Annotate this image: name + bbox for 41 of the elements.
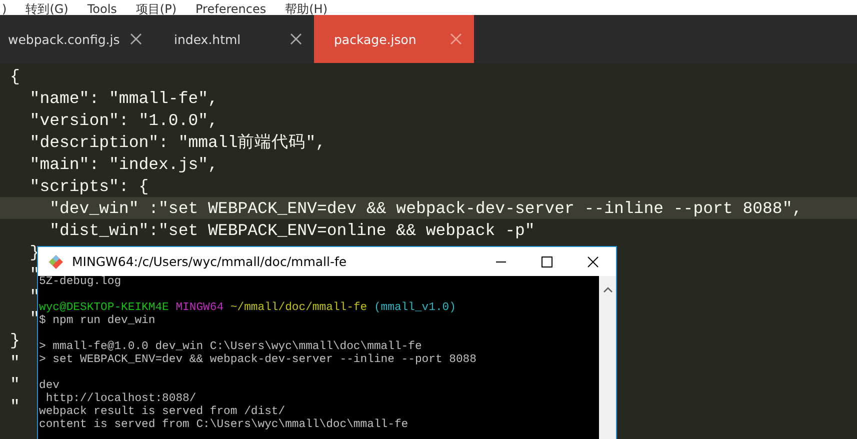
close-icon[interactable] <box>290 33 302 45</box>
menu-item[interactable]: 项目(P) <box>136 3 177 15</box>
terminal-text: content is served from C:\Users\wyc\mmall\doc\mmall-fe <box>39 419 408 431</box>
terminal-text: MINGW64 <box>176 302 225 314</box>
code-line: "name": "mmall-fe", <box>28 88 218 108</box>
close-icon[interactable] <box>587 256 599 268</box>
code-line: "main": "index.js", <box>28 154 218 174</box>
window-title: MINGW64:/c/Users/wyc/mmall/doc/mmall-fe <box>72 254 348 269</box>
terminal-text: $ npm run dev_win <box>39 315 156 327</box>
terminal-text: dev <box>39 380 60 392</box>
menu-item[interactable]: Tools <box>87 3 117 15</box>
code-line: " <box>10 352 20 372</box>
code-line: { <box>10 66 20 86</box>
code-line: "dist_win":"set WEBPACK_ENV=online && webpack -p" <box>48 220 535 240</box>
menu-item[interactable]: ) <box>2 3 7 15</box>
terminal-text: wyc@DESKTOP-KEIKM4E <box>39 302 170 314</box>
terminal-text: 5Z-debug.log <box>39 276 122 288</box>
terminal-text: > set WEBPACK_ENV=dev && webpack-dev-server --inline --port 8088 <box>39 354 476 366</box>
menu-item[interactable]: 帮助(H) <box>285 3 328 15</box>
terminal-text: webpack result is served from /dist/ <box>39 406 286 418</box>
code-line: "dev_win" :"set WEBPACK_ENV=dev && webpack-dev-server --inline --port 8088", <box>48 198 802 218</box>
terminal-text: http://localhost:8088/ <box>44 393 196 405</box>
maximize-icon[interactable] <box>541 256 553 268</box>
code-line: "version": "1.0.0", <box>28 110 218 130</box>
close-icon[interactable] <box>130 33 142 45</box>
file-tab[interactable]: package.json <box>314 15 474 63</box>
diamond-icon <box>48 254 64 270</box>
code-line: "scripts": { <box>28 176 149 196</box>
terminal-text: > mmall-fe@1.0.0 dev_win C:\Users\wyc\mmall\doc\mmall-fe <box>39 341 422 353</box>
file-tab[interactable]: index.html <box>154 15 314 63</box>
code-line: } <box>28 242 40 262</box>
code-line: "description": "mmall前端代码", <box>28 132 326 153</box>
menu-item[interactable]: Preferences <box>196 3 266 15</box>
code-line: " <box>10 374 20 394</box>
scrollbar[interactable] <box>599 276 616 439</box>
terminal-text: ~/mmall/doc/mmall-fe <box>230 302 368 314</box>
code-line: } <box>10 330 20 350</box>
terminal-text: (mmall_v1.0) <box>374 302 456 314</box>
file-tab[interactable]: webpack.config.js <box>0 15 154 63</box>
code-line: " <box>10 396 20 416</box>
menu-item[interactable]: 转到(G) <box>26 3 68 15</box>
